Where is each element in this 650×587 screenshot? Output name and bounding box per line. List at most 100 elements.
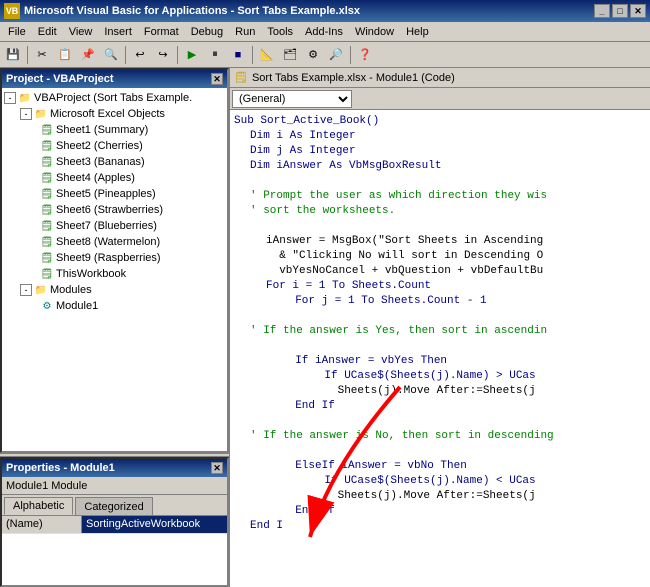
tree-modules[interactable]: - 📁 Modules [20,282,225,298]
code-line-1: Sub Sort_Active_Book() [234,114,646,129]
menu-tools[interactable]: Tools [261,24,299,40]
close-button[interactable]: ✕ [630,4,646,18]
tab-alphabetic[interactable]: Alphabetic [4,497,73,515]
title-bar-text: Microsoft Visual Basic for Applications … [24,5,360,17]
properties-tabs: Alphabetic Categorized [2,495,227,516]
toolbar-project[interactable]: 🗂 [279,44,301,66]
tree-sheet7[interactable]: 🗒 Sheet7 (Blueberries) [40,218,225,234]
tree-sheet3[interactable]: 🗒 Sheet3 (Bananas) [40,154,225,170]
code-line-18: If UCase$(Sheets(j).Name) > UCas [234,369,646,384]
code-line-21 [234,414,646,429]
toolbar-objectbrowser[interactable]: 🔎 [325,44,347,66]
main-layout: Project - VBAProject ✕ - 📁 VBAProject (S… [0,68,650,587]
menu-window[interactable]: Window [349,24,400,40]
toolbar-design[interactable]: 📐 [256,44,278,66]
tree-sheet2[interactable]: 🗒 Sheet2 (Cherries) [40,138,225,154]
project-panel-close[interactable]: ✕ [211,73,223,85]
code-line-25: If UCase$(Sheets(j).Name) < UCas [234,474,646,489]
root-expander[interactable]: - [4,92,16,104]
props-name-value[interactable]: SortingActiveWorkbook [82,516,227,533]
code-line-10: & "Clicking No will sort in Descending O [234,249,646,264]
tab-categorized[interactable]: Categorized [75,497,152,515]
code-line-2: Dim i As Integer [234,129,646,144]
toolbar: 💾 ✂ 📋 📌 🔍 ↩ ↪ ▶ ⏸ ■ 📐 🗂 ⚙ 🔎 ❓ [0,42,650,68]
left-panel: Project - VBAProject ✕ - 📁 VBAProject (S… [0,68,230,587]
project-panel-title: Project - VBAProject ✕ [2,70,227,88]
tree-sheet8[interactable]: 🗒 Sheet8 (Watermelon) [40,234,225,250]
tree-sheet6-label: Sheet6 (Strawberries) [56,204,163,216]
tree-sheet5[interactable]: 🗒 Sheet5 (Pineapples) [40,186,225,202]
toolbar-redo[interactable]: ↪ [152,44,174,66]
code-panel-icon: 🗒 [234,71,248,84]
tree-module1[interactable]: ⚙ Module1 [40,298,225,314]
sheet8-icon: 🗒 [40,235,54,249]
maximize-button[interactable]: □ [612,4,628,18]
code-line-26: Sheets(j).Move After:=Sheets(j [234,489,646,504]
minimize-button[interactable]: _ [594,4,610,18]
right-panel: 🗒 Sort Tabs Example.xlsx - Module1 (Code… [230,68,650,587]
code-line-19: Sheets(j).Move After:=Sheets(j [234,384,646,399]
code-line-6: ' Prompt the user as which direction the… [234,189,646,204]
menu-debug[interactable]: Debug [185,24,229,40]
toolbar-undo[interactable]: ↩ [129,44,151,66]
sheet4-icon: 🗒 [40,171,54,185]
menu-insert[interactable]: Insert [98,24,138,40]
toolbar-help[interactable]: ❓ [354,44,376,66]
code-line-9: iAnswer = MsgBox("Sort Sheets in Ascendi… [234,234,646,249]
toolbar-stop[interactable]: ■ [227,44,249,66]
menu-file[interactable]: File [2,24,32,40]
code-area[interactable]: Sub Sort_Active_Book() Dim i As Integer … [230,110,650,587]
menu-format[interactable]: Format [138,24,185,40]
tree-sheet5-label: Sheet5 (Pineapples) [56,188,156,200]
toolbar-copy[interactable]: 📋 [54,44,76,66]
toolbar-find[interactable]: 🔍 [100,44,122,66]
toolbar-run[interactable]: ▶ [181,44,203,66]
project-panel: Project - VBAProject ✕ - 📁 VBAProject (S… [0,68,229,453]
modules-icon: 📁 [34,283,48,297]
root-folder-icon: 📁 [18,91,32,105]
toolbar-sep1 [27,46,28,64]
menu-view[interactable]: View [63,24,99,40]
toolbar-paste[interactable]: 📌 [77,44,99,66]
tree-sheet8-label: Sheet8 (Watermelon) [56,236,160,248]
code-line-17: If iAnswer = vbYes Then [234,354,646,369]
code-line-14 [234,309,646,324]
app-icon: VB [4,3,20,19]
tree-sheet3-label: Sheet3 (Bananas) [56,156,145,168]
title-bar-controls: _ □ ✕ [594,4,646,18]
tree-excel-objects[interactable]: - 📁 Microsoft Excel Objects [20,106,225,122]
code-line-15: ' If the answer is Yes, then sort in asc… [234,324,646,339]
project-tree[interactable]: - 📁 VBAProject (Sort Tabs Example. - 📁 M… [2,88,227,451]
code-line-12: For i = 1 To Sheets.Count [234,279,646,294]
project-panel-label: Project - VBAProject [6,73,114,85]
menu-help[interactable]: Help [400,24,435,40]
code-panel-title-text: Sort Tabs Example.xlsx - Module1 (Code) [252,72,455,84]
modules-expander[interactable]: - [20,284,32,296]
tree-sheet1[interactable]: 🗒 Sheet1 (Summary) [40,122,225,138]
tree-sheet6[interactable]: 🗒 Sheet6 (Strawberries) [40,202,225,218]
general-dropdown[interactable]: (General) [232,90,352,108]
toolbar-cut[interactable]: ✂ [31,44,53,66]
thisworkbook-icon: 🗒 [40,267,54,281]
toolbar-props[interactable]: ⚙ [302,44,324,66]
tree-sheet4[interactable]: 🗒 Sheet4 (Apples) [40,170,225,186]
tree-root-label: VBAProject (Sort Tabs Example. [34,92,192,104]
menu-run[interactable]: Run [229,24,261,40]
modules-list: ⚙ Module1 [20,298,225,314]
module1-icon: ⚙ [40,299,54,313]
excel-objects-expander[interactable]: - [20,108,32,120]
toolbar-pause[interactable]: ⏸ [204,44,226,66]
code-line-3: Dim j As Integer [234,144,646,159]
tree-root[interactable]: - 📁 VBAProject (Sort Tabs Example. [4,90,225,106]
tree-module1-label: Module1 [56,300,98,312]
sheet6-icon: 🗒 [40,203,54,217]
code-line-8 [234,219,646,234]
menu-addins[interactable]: Add-Ins [299,24,349,40]
menu-edit[interactable]: Edit [32,24,63,40]
tree-sheet9[interactable]: 🗒 Sheet9 (Raspberries) [40,250,225,266]
toolbar-sep4 [252,46,253,64]
properties-panel-close[interactable]: ✕ [211,462,223,474]
code-line-4: Dim iAnswer As VbMsgBoxResult [234,159,646,174]
toolbar-save[interactable]: 💾 [2,44,24,66]
tree-thisworkbook[interactable]: 🗒 ThisWorkbook [40,266,225,282]
